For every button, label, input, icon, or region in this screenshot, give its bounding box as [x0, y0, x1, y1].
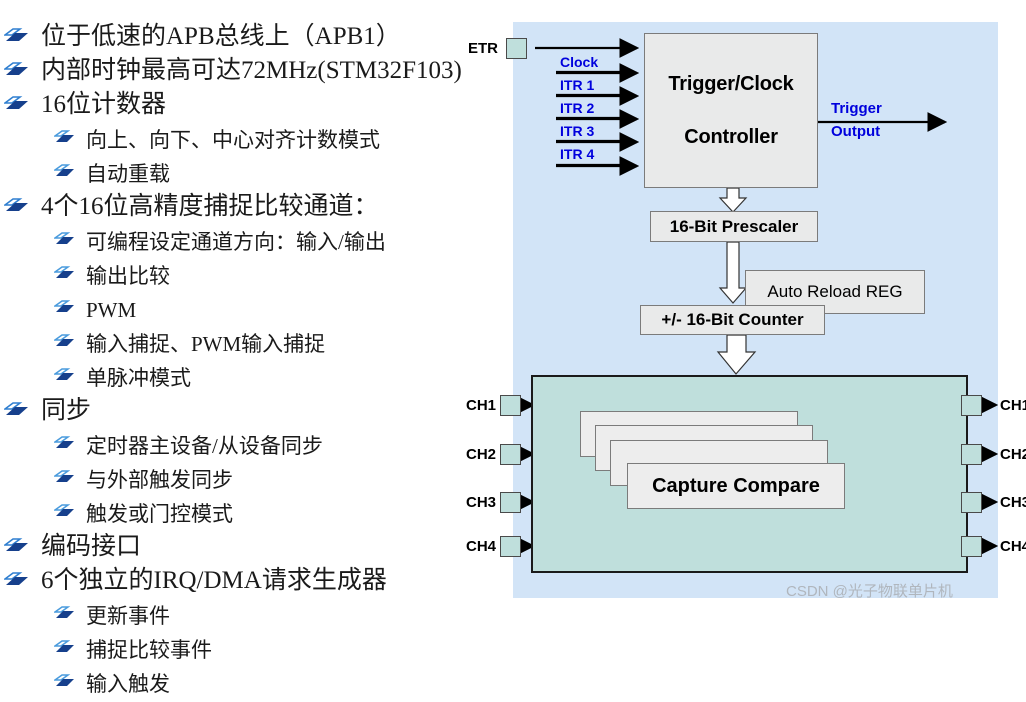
- input-port-ch4: [500, 536, 521, 557]
- etr-port: [506, 38, 527, 59]
- trigger-output-label-line2: Output: [831, 123, 881, 140]
- input-port-ch3: [500, 492, 521, 513]
- bullet-item-label: 捕捉比较事件: [86, 638, 212, 662]
- capture-compare-card-4: Capture Compare: [627, 463, 845, 509]
- bullet-item: 捕捉比较事件: [0, 634, 500, 668]
- signal-label-itr1: ITR 1: [560, 77, 595, 93]
- output-port-ch2: [961, 444, 982, 465]
- signal-label-itr2: ITR 2: [560, 100, 595, 116]
- output-port-ch3: [961, 492, 982, 513]
- signal-label-itr3: ITR 3: [560, 123, 595, 139]
- csdn-watermark: CSDN @光子物联单片机: [786, 583, 953, 600]
- input-port-ch1: [500, 395, 521, 416]
- output-channel-label-ch1: CH1: [1000, 397, 1026, 414]
- output-channel-label-ch3: CH3: [1000, 494, 1026, 511]
- bullet-item: 输入触发: [0, 668, 500, 702]
- signal-label-itr4: ITR 4: [560, 146, 595, 162]
- input-port-ch2: [500, 444, 521, 465]
- trigger-clock-controller-line2: Controller: [684, 125, 778, 148]
- bullet-item-label: 输入触发: [86, 672, 170, 696]
- input-channel-label-ch1: CH1: [466, 397, 497, 414]
- bullet-marker-icon: [54, 674, 76, 690]
- input-channel-label-ch2: CH2: [466, 446, 497, 463]
- counter-block: +/- 16-Bit Counter: [640, 305, 825, 335]
- bullet-marker-icon: [54, 640, 76, 656]
- etr-label: ETR: [468, 40, 498, 57]
- input-channel-label-ch3: CH3: [466, 494, 497, 511]
- output-channel-label-ch4: CH4: [1000, 538, 1026, 555]
- signal-label-clock: Clock: [560, 54, 599, 70]
- output-port-ch4: [961, 536, 982, 557]
- prescaler-block: 16-Bit Prescaler: [650, 211, 818, 242]
- trigger-output-label-line1: Trigger: [831, 100, 882, 117]
- output-channel-label-ch2: CH2: [1000, 446, 1026, 463]
- trigger-clock-controller-block: Trigger/Clock Controller: [644, 33, 818, 188]
- trigger-clock-controller-line1: Trigger/Clock: [668, 72, 794, 95]
- output-port-ch1: [961, 395, 982, 416]
- input-channel-label-ch4: CH4: [466, 538, 497, 555]
- timer-block-diagram: ETR Clock ITR 1 ITR 2 ITR 3 ITR 4 Trigge…: [0, 0, 1026, 614]
